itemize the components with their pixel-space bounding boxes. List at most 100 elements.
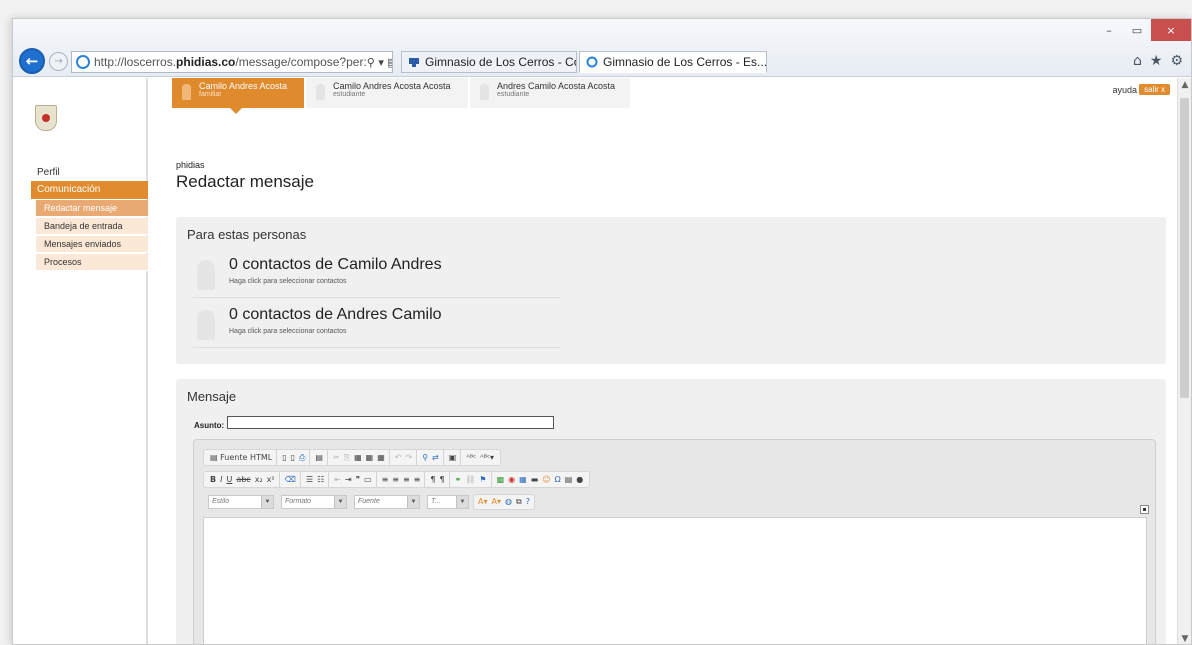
student-name: Camilo Andres Acosta Acosta [333, 81, 451, 91]
toolbar-group-source: ▤ Fuente HTML [206, 449, 278, 466]
bulleted-list-icon[interactable]: ☷ [315, 472, 326, 487]
logout-button[interactable]: salir x [1139, 84, 1170, 95]
text-ltr-icon[interactable]: ¶ [428, 472, 437, 487]
select-all-icon[interactable]: ▣ [447, 450, 459, 465]
breadcrumb[interactable]: phidias [176, 160, 205, 170]
help-link[interactable]: ayuda [1112, 85, 1137, 95]
underline-icon[interactable]: U [224, 472, 234, 487]
minimize-button[interactable]: – [1095, 19, 1123, 41]
spellcheck-as-you-type-icon[interactable]: ᴬᴮᶜ▾ [478, 450, 496, 465]
iframe-icon[interactable]: ● [574, 472, 585, 487]
strikethrough-icon[interactable]: abc [234, 472, 252, 487]
student-tab-camilo-andres-acosta-acosta[interactable]: Camilo Andres Acosta Acosta estudiante [306, 78, 468, 108]
sidebar-item-redactar-mensaje[interactable]: Redactar mensaje [36, 200, 148, 217]
paste-text-icon[interactable]: ▦ [364, 450, 376, 465]
new-page-icon[interactable]: ▯ [280, 450, 288, 465]
blockquote-icon[interactable]: ❞ [354, 472, 362, 487]
spellcheck-icon[interactable]: ᴬᴮᶜ [464, 450, 478, 465]
toolbar-group-align: ≡ ≡ ≡ ≡ [378, 471, 426, 488]
create-div-icon[interactable]: ▭ [362, 472, 374, 487]
sidebar-item-bandeja-de-entrada[interactable]: Bandeja de entrada [36, 218, 148, 235]
chevron-down-icon: ▼ [334, 495, 346, 508]
table-icon[interactable]: ▦ [517, 472, 529, 487]
style-select[interactable]: Estilo ▼ [208, 494, 274, 509]
replace-icon[interactable]: ⇄ [430, 450, 441, 465]
preview-icon[interactable]: ▯ [289, 450, 297, 465]
align-left-icon[interactable]: ≡ [380, 472, 391, 487]
page-break-icon[interactable]: ▤ [563, 472, 575, 487]
favorites-star-icon[interactable]: ★ [1150, 53, 1163, 69]
text-rtl-icon[interactable]: ¶ [437, 472, 446, 487]
align-center-icon[interactable]: ≡ [390, 472, 401, 487]
size-select[interactable]: T... ▼ [427, 494, 469, 509]
contact-group-camilo-andres[interactable]: 0 contactos de Camilo Andres Haga click … [193, 250, 561, 298]
numbered-list-icon[interactable]: ☰ [304, 472, 315, 487]
background-color-icon[interactable]: A▾ [490, 494, 504, 509]
address-bar[interactable]: http://loscerros. phidias.co/message/comp… [71, 51, 393, 73]
align-justify-icon[interactable]: ≡ [412, 472, 423, 487]
redo-icon[interactable]: ↷ [403, 450, 414, 465]
address-controls[interactable]: ⚲ ▾ ▤ ↻ [367, 56, 392, 69]
scroll-down-icon[interactable]: ▼ [1178, 634, 1191, 644]
collapse-toolbar-icon[interactable]: ▪ [1140, 505, 1149, 514]
text-color-icon[interactable]: A▾ [476, 494, 490, 509]
maximize-icon[interactable]: ◍ [503, 494, 514, 509]
contact-group-hint: Haga click para seleccionar contactos [229, 278, 347, 285]
flash-icon[interactable]: ◉ [506, 472, 517, 487]
site-favicon-icon [409, 58, 419, 67]
toolbar-group-spellcheck: ᴬᴮᶜ ᴬᴮᶜ▾ [462, 449, 498, 466]
align-right-icon[interactable]: ≡ [401, 472, 412, 487]
student-tab-camilo-andres-acosta[interactable]: Camilo Andres Acosta familiar [172, 78, 304, 114]
scrollbar-thumb[interactable] [1180, 98, 1189, 398]
cut-icon[interactable]: ✂ [331, 450, 342, 465]
about-help-icon[interactable]: ? [524, 494, 532, 509]
unlink-icon[interactable]: ⛓ [463, 472, 477, 487]
contact-group-andres-camilo[interactable]: 0 contactos de Andres Camilo Haga click … [193, 300, 561, 348]
home-icon[interactable]: ⌂ [1133, 53, 1142, 69]
vertical-scrollbar[interactable]: ▲ ▼ [1177, 78, 1191, 644]
person-silhouette-icon [197, 260, 215, 290]
paste-icon[interactable]: ▦ [352, 450, 364, 465]
undo-icon[interactable]: ↶ [393, 450, 404, 465]
remove-format-icon[interactable]: ⌫ [283, 472, 298, 487]
student-tab-name: Camilo Andres Acosta Acosta estudiante [333, 81, 451, 99]
indent-icon[interactable]: ⇥ [343, 472, 354, 487]
link-icon[interactable]: ⚭ [453, 472, 464, 487]
horizontal-rule-icon[interactable]: ▬ [529, 472, 541, 487]
scroll-up-icon[interactable]: ▲ [1178, 80, 1191, 90]
paste-word-icon[interactable]: ▦ [375, 450, 387, 465]
show-blocks-icon[interactable]: ⧉ [514, 494, 524, 509]
sidebar-item-mensajes-enviados[interactable]: Mensajes enviados [36, 236, 148, 253]
image-icon[interactable]: ▩ [495, 472, 507, 487]
editor-toolbar-row-1: ▤ Fuente HTML ▯ ▯ ⎙ ▤ ✂ ⎘ ▦ ▦ ▦ ↶ ↷ ⚲ ⇄ … [203, 449, 502, 466]
subscript-icon[interactable]: x₂ [253, 472, 265, 487]
restore-button[interactable]: ▭ [1123, 19, 1151, 41]
sidebar-item-perfil[interactable]: Perfil [37, 167, 60, 178]
anchor-flag-icon[interactable]: ⚑ [477, 472, 488, 487]
format-select[interactable]: Formato ▼ [281, 494, 347, 509]
find-icon[interactable]: ⚲ [420, 450, 430, 465]
forward-button[interactable]: → [49, 52, 68, 71]
editor-content-area[interactable] [203, 517, 1147, 644]
address-prefix: http://loscerros. [94, 55, 177, 69]
source-html-button[interactable]: ▤ Fuente HTML [208, 450, 274, 465]
print-icon[interactable]: ⎙ [297, 450, 307, 465]
smiley-icon[interactable]: ☺ [540, 472, 552, 487]
close-window-button[interactable]: × [1151, 19, 1191, 41]
settings-gear-icon[interactable]: ⚙ [1170, 53, 1183, 69]
outdent-icon[interactable]: ⇤ [332, 472, 343, 487]
bold-icon[interactable]: B [208, 472, 218, 487]
special-char-icon[interactable]: Ω [553, 472, 563, 487]
copy-icon[interactable]: ⎘ [342, 450, 352, 465]
browser-tab-1[interactable]: Gimnasio de Los Cerros - Cole... [401, 51, 577, 73]
browser-tab-2[interactable]: Gimnasio de Los Cerros - Es... × [579, 51, 767, 73]
templates-icon[interactable]: ▤ [313, 450, 325, 465]
browser-chrome: – ▭ × ← → http://loscerros. phidias.co/me… [13, 19, 1191, 77]
sidebar-section-comunicacion[interactable]: Comunicación [31, 181, 148, 199]
sidebar-item-procesos[interactable]: Procesos [36, 254, 148, 271]
student-tab-andres-camilo-acosta-acosta[interactable]: Andres Camilo Acosta Acosta estudiante [470, 78, 630, 108]
back-button[interactable]: ← [19, 48, 45, 74]
font-select[interactable]: Fuente ▼ [354, 494, 420, 509]
superscript-icon[interactable]: x² [265, 472, 277, 487]
subject-input[interactable] [227, 416, 554, 429]
